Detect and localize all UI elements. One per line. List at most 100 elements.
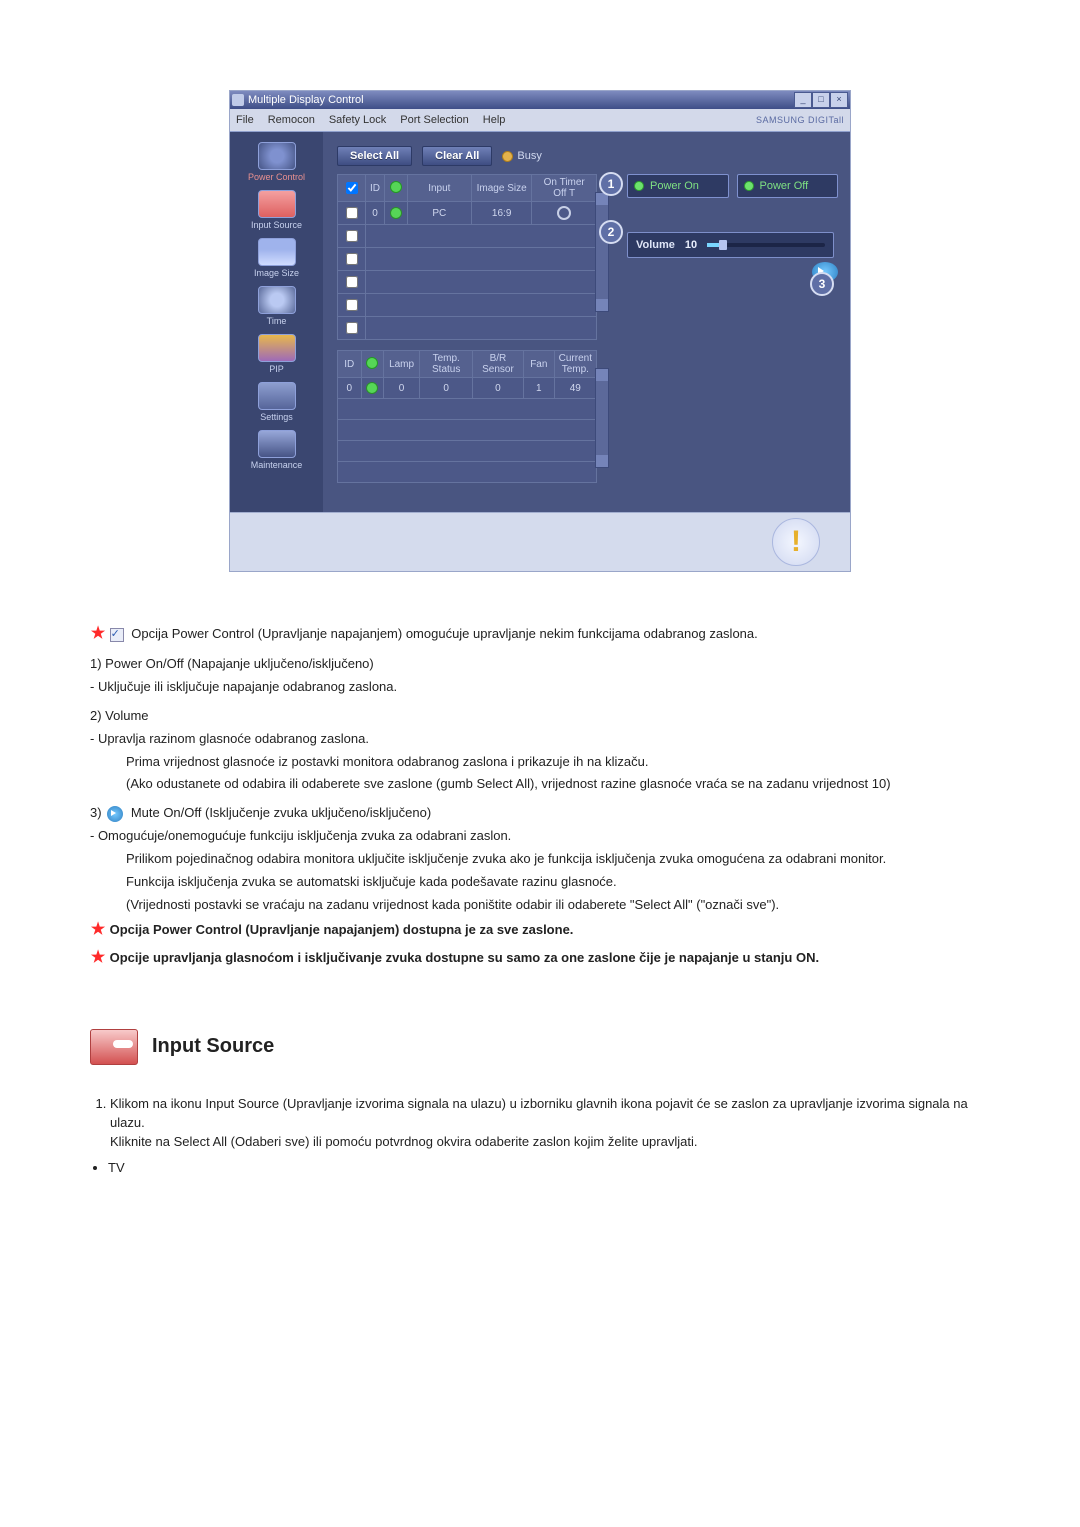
app-body: Power Control Input Source Image Size Ti… [230,132,850,512]
top-controls: Select All Clear All Busy [337,146,838,166]
col-lamp: Lamp [383,351,420,378]
sidebar: Power Control Input Source Image Size Ti… [230,132,323,512]
sidebar-item-time[interactable]: Time [234,286,319,326]
status-header-icon [390,181,402,193]
app-window: Multiple Display Control _ □ × File Remo… [229,90,851,572]
table-row[interactable]: 0 0 0 0 1 49 [338,378,597,399]
check-all[interactable] [346,182,358,194]
table-row [338,248,597,271]
busy-label: Busy [517,150,541,162]
item-1-head: 1) Power On/Off (Napajanje uključeno/isk… [90,655,990,674]
sidebar-item-pip[interactable]: PIP [234,334,319,374]
menu-safety-lock[interactable]: Safety Lock [329,114,386,126]
power-on-button[interactable]: Power On [627,174,729,198]
close-button[interactable]: × [830,92,848,108]
status-ring-icon [557,206,571,220]
power-icon [258,142,296,170]
table-row [338,441,597,462]
clear-all-button[interactable]: Clear All [422,146,492,166]
list-item: Klikom na ikonu Input Source (Upravljanj… [110,1095,990,1152]
sidebar-item-label: Maintenance [251,460,303,470]
col-image-size: Image Size [471,175,532,202]
row-checkbox[interactable] [346,253,358,265]
table-row [338,462,597,483]
star-icon: ★ [90,918,106,941]
mute-mini-icon [107,806,123,822]
item-3-sub4: (Vrijednosti postavki se vraćaju na zada… [126,896,990,915]
cell-id: 0 [338,378,362,399]
volume-slider[interactable] [707,243,825,247]
menu-help[interactable]: Help [483,114,506,126]
main-pane: Select All Clear All Busy [323,132,850,512]
maximize-button[interactable]: □ [812,92,830,108]
col-status [385,175,408,202]
item-3-sub1: - Omogućuje/onemogućuje funkciju isključ… [90,827,990,846]
item-3-prefix: 3) [90,805,102,820]
intro-text: Opcija Power Control (Upravljanje napaja… [131,626,758,641]
cell-image-size: 16:9 [471,202,532,225]
table-row [338,294,597,317]
input-source-section-icon [90,1029,138,1065]
scroll-up-icon[interactable] [596,369,608,381]
sidebar-item-label: Input Source [251,220,302,230]
sidebar-item-settings[interactable]: Settings [234,382,319,422]
power-dot-icon [634,181,644,191]
cell-br: 0 [472,378,523,399]
col-current-temp: Current Temp. [554,351,596,378]
item-2-head: 2) Volume [90,707,990,726]
status-table: ID Lamp Temp. Status B/R Sensor Fan Curr… [337,350,597,483]
cell-input: PC [407,202,471,225]
col-fan: Fan [523,351,554,378]
row-checkbox[interactable] [346,276,358,288]
busy-dot-icon [502,151,513,162]
info-icon[interactable]: ! [772,518,820,566]
menu-port-selection[interactable]: Port Selection [400,114,468,126]
sidebar-item-image-size[interactable]: Image Size [234,238,319,278]
status-header-icon [366,357,378,369]
minimize-button[interactable]: _ [794,92,812,108]
window-controls: _ □ × [794,92,848,108]
row-checkbox[interactable] [346,322,358,334]
col-checkbox [338,175,366,202]
input-source-steps: Klikom na ikonu Input Source (Upravljanj… [90,1095,990,1152]
col-input: Input [407,175,471,202]
scrollbar[interactable] [595,368,609,468]
scroll-down-icon[interactable] [596,299,608,311]
sidebar-item-power-control[interactable]: Power Control [234,142,319,182]
pip-icon [258,334,296,362]
power-on-label: Power On [650,180,699,192]
slider-knob[interactable] [719,240,727,250]
table-header-row: ID Lamp Temp. Status B/R Sensor Fan Curr… [338,351,597,378]
row-checkbox[interactable] [346,207,358,219]
table-row[interactable]: 0 PC 16:9 [338,202,597,225]
select-all-button[interactable]: Select All [337,146,412,166]
callout-1: 1 [599,172,623,196]
volume-value: 10 [685,239,697,251]
right-panel: 1 2 Power On Power Off [611,174,838,282]
item-3-text: Mute On/Off (Isključenje zvuka uključeno… [131,805,431,820]
cell-fan: 1 [523,378,554,399]
scroll-down-icon[interactable] [596,455,608,467]
item-3-sub3: Funkcija isključenja zvuka se automatski… [126,873,990,892]
busy-indicator: Busy [502,150,541,162]
scrollbar[interactable] [595,192,609,312]
menu-remocon[interactable]: Remocon [268,114,315,126]
menu-file[interactable]: File [236,114,254,126]
power-off-label: Power Off [760,180,809,192]
sidebar-item-label: Time [267,316,287,326]
display-table: ID Input Image Size On Timer Off T [337,174,597,340]
input-source-icon [258,190,296,218]
sidebar-item-maintenance[interactable]: Maintenance [234,430,319,470]
row-checkbox[interactable] [346,299,358,311]
section-title: Input Source [152,1032,274,1061]
table-row [338,399,597,420]
table-row [338,271,597,294]
col-timer: On Timer Off T [532,175,597,202]
col-temp-status: Temp. Status [420,351,472,378]
sidebar-item-input-source[interactable]: Input Source [234,190,319,230]
col-status [361,351,383,378]
power-off-button[interactable]: Power Off [737,174,839,198]
row-checkbox[interactable] [346,230,358,242]
image-size-icon [258,238,296,266]
note1: Opcija Power Control (Upravljanje napaja… [110,922,574,937]
